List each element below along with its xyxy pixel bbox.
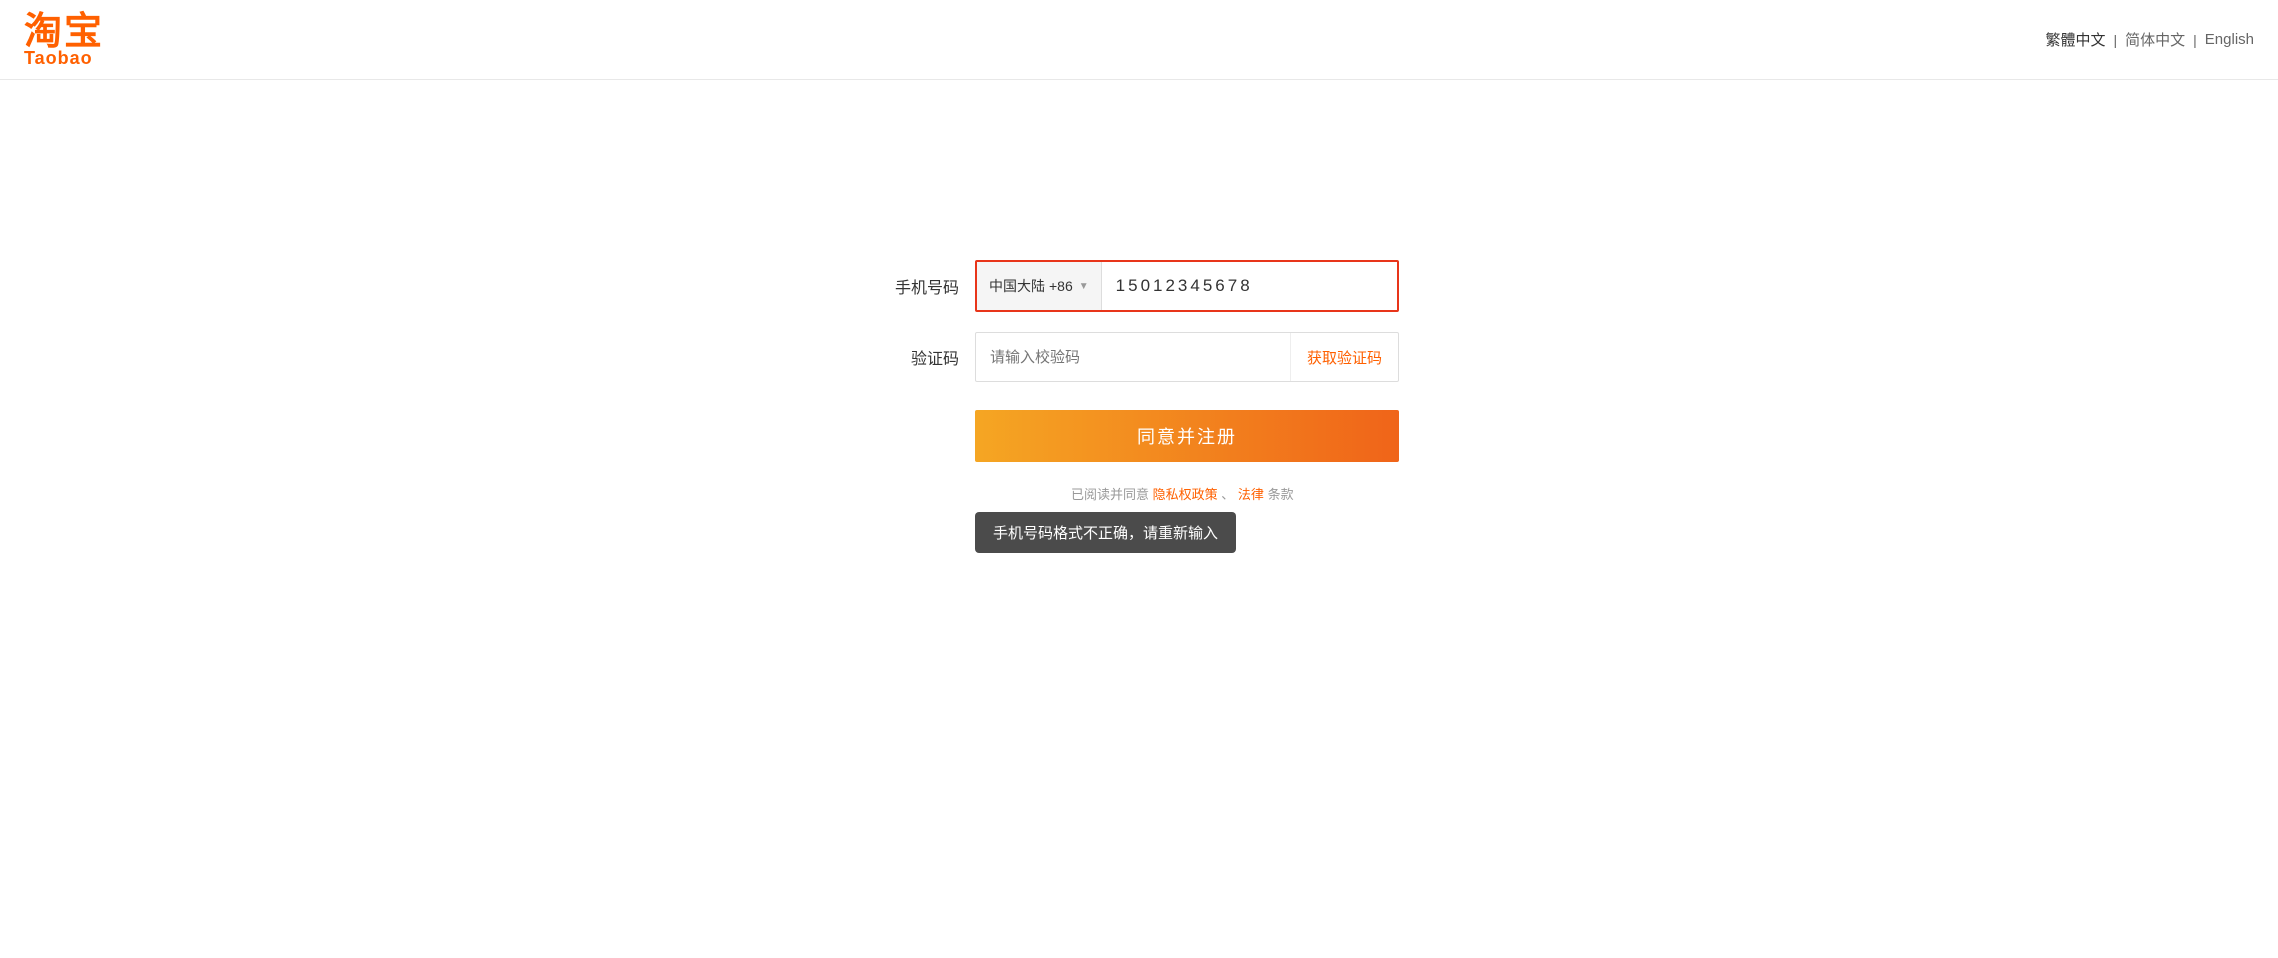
verif-label: 验证码	[879, 345, 959, 369]
verif-input-group: 获取验证码	[975, 332, 1399, 382]
country-code: +86	[1049, 278, 1073, 294]
phone-number-input[interactable]	[1102, 262, 1397, 310]
phone-row: 手机号码 中国大陆 +86 ▼	[879, 260, 1399, 312]
phone-input-group: 中国大陆 +86 ▼	[975, 260, 1399, 312]
submit-button[interactable]: 同意并注册	[975, 410, 1399, 462]
lang-divider-2: |	[2193, 32, 2197, 48]
lang-divider-1: |	[2114, 32, 2118, 48]
page-header: 淘宝 Taobao 繁體中文 | 简体中文 | English	[0, 0, 2278, 80]
language-switcher: 繁體中文 | 简体中文 | English	[2045, 29, 2254, 50]
error-tooltip: 手机号码格式不正确，请重新输入	[975, 512, 1236, 553]
lang-english[interactable]: English	[2205, 31, 2254, 48]
phone-label: 手机号码	[879, 274, 959, 298]
agreement-suffix: 条款	[1268, 487, 1294, 502]
country-selector[interactable]: 中国大陆 +86 ▼	[977, 262, 1102, 310]
registration-form: 手机号码 中国大陆 +86 ▼ 验证码 获取验证码 同意并注册	[879, 260, 1399, 503]
dropdown-arrow-icon: ▼	[1079, 281, 1089, 292]
agreement-link-legal[interactable]: 法律	[1238, 487, 1264, 502]
main-content: 手机号码 中国大陆 +86 ▼ 验证码 获取验证码 同意并注册	[0, 80, 2278, 503]
submit-row: 同意并注册	[975, 410, 1399, 462]
agreement-link-privacy[interactable]: 隐私权政策	[1153, 487, 1218, 502]
country-name: 中国大陆	[989, 276, 1045, 296]
agreement-row: 已阅读并同意 隐私权政策 、 法律 条款	[1071, 484, 1495, 503]
logo: 淘宝 Taobao	[24, 13, 104, 67]
get-verif-button[interactable]: 获取验证码	[1290, 333, 1398, 381]
lang-traditional-chinese[interactable]: 繁體中文	[2045, 29, 2105, 50]
logo-english: Taobao	[24, 49, 93, 67]
logo-chinese: 淘宝	[24, 13, 104, 51]
verif-code-input[interactable]	[976, 333, 1290, 381]
agreement-prefix: 已阅读并同意	[1071, 487, 1149, 502]
verif-row: 验证码 获取验证码	[879, 332, 1399, 382]
agreement-container: 已阅读并同意 隐私权政策 、 法律 条款 手机号码格式不正确，请重新输入	[975, 470, 1399, 503]
lang-simplified-chinese[interactable]: 简体中文	[2125, 29, 2185, 50]
agreement-separator: 、	[1221, 487, 1234, 502]
